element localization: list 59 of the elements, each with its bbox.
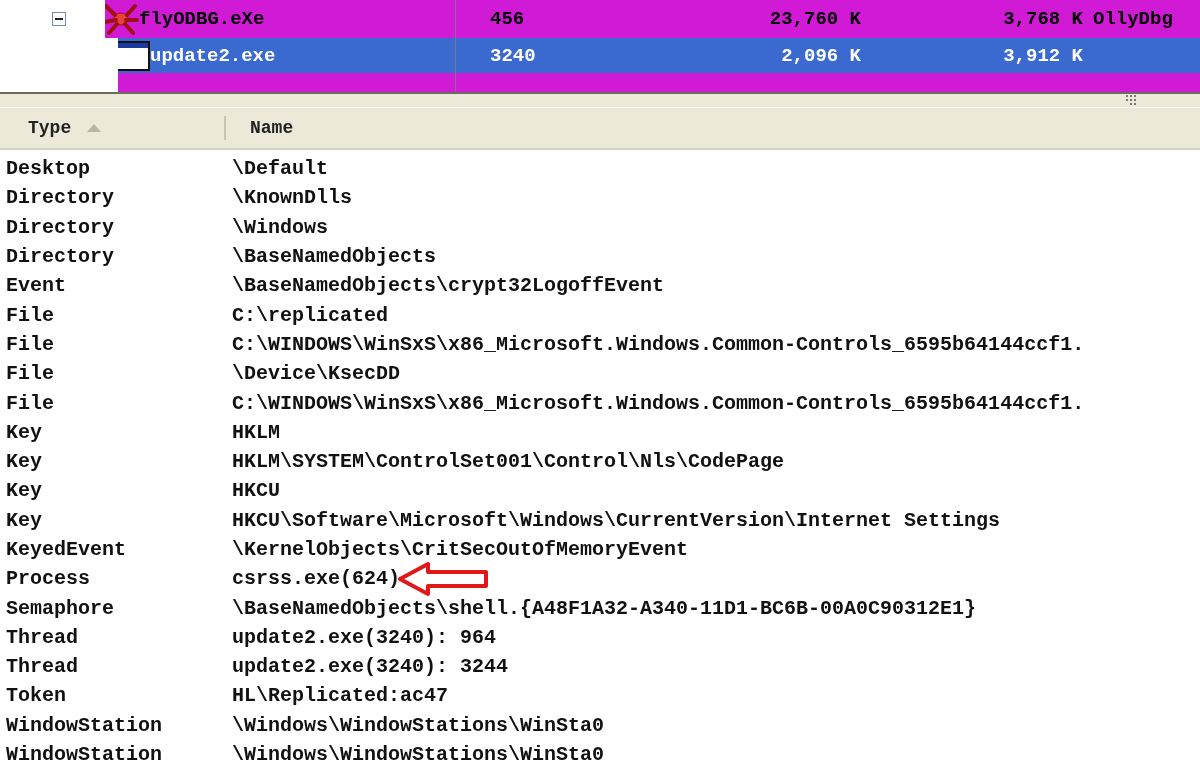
working-set: 3,768 K (1003, 8, 1083, 30)
handle-name: csrss.exe(624) (232, 567, 401, 591)
handle-name: C:\WINDOWS\WinSxS\x86_Microsoft.Windows.Common-Controls_6595b64144ccf1. (232, 332, 1085, 356)
grip-icon[interactable] (1126, 95, 1138, 105)
handle-name: update2.exe(3240): 964 (232, 625, 497, 649)
handle-name: C:\WINDOWS\WinSxS\x86_Microsoft.Windows.Common-Controls_6595b64144ccf1. (232, 391, 1085, 415)
handle-name: \KnownDlls (232, 186, 353, 210)
handle-type: KeyedEvent (5, 538, 128, 561)
handle-name: \Default (232, 157, 328, 181)
handle-type: WindowStation (5, 743, 164, 767)
handle-name: \Device\KsecDD (232, 362, 401, 386)
column-header[interactable]: Type (0, 108, 226, 148)
handle-type: File (5, 391, 55, 415)
working-set: 3,912 K (1003, 44, 1083, 67)
window-icon (118, 40, 150, 71)
process-description: OllyDbg (1093, 8, 1173, 30)
collapse-icon[interactable] (52, 12, 66, 26)
handle-name: \KernelObjects\CritSecOutOfMemoryEvent (232, 538, 689, 561)
process-id: 456 (490, 8, 525, 30)
handle-type: WindowStation (5, 713, 164, 737)
process-row[interactable]: update2.exe 3240 2,096 K 3,912 K (118, 38, 1200, 73)
handle-type: Semaphore (5, 596, 116, 620)
handle-type: Token (5, 684, 67, 708)
column-header[interactable]: Name (226, 108, 1200, 148)
bug-icon (105, 2, 139, 36)
handle-type: Key (5, 508, 43, 532)
process-name: update2.exe (150, 44, 276, 67)
handle-name: HL\Replicated:ac47 (232, 684, 449, 708)
handle-type: File (5, 303, 55, 327)
handle-type: Desktop (5, 157, 91, 181)
process-row[interactable]: flyODBG.eXe 456 23,760 K 3,768 K OllyDbg (105, 0, 1200, 38)
process-name: flyODBG.eXe (139, 8, 265, 30)
private-bytes: 2,096 K (781, 44, 861, 67)
handle-name: HKLM (232, 420, 280, 444)
handle-type: Thread (5, 655, 79, 679)
handle-name: \BaseNamedObjects (232, 245, 437, 269)
handle-type: Key (5, 420, 43, 444)
handle-type: Directory (5, 215, 116, 239)
private-bytes: 23,760 K (769, 8, 861, 30)
handle-name: \BaseNamedObjects\crypt32LogoffEvent (232, 274, 665, 298)
handle-name: C:\replicated (232, 303, 389, 327)
handle-name: HKCU (232, 479, 280, 503)
handle-type: Process (5, 567, 91, 591)
handle-type: Directory (5, 186, 116, 210)
handle-name: HKCU\Software\Microsoft\Windows\CurrentVersion\Internet Settings (232, 508, 1001, 532)
handle-type: Key (5, 450, 43, 474)
handle-type: File (5, 332, 55, 356)
handle-type: File (5, 362, 55, 386)
handle-name: \Windows\WindowStations\WinSta0 (232, 713, 605, 737)
handle-name: \BaseNamedObjects\shell.{A48F1A32-A340-11D1-BC6B-00A0C90312E1} (232, 596, 977, 620)
handle-name: HKLM\SYSTEM\ControlSet001\Control\Nls\CodePage (232, 450, 785, 474)
handle-type: Thread (5, 625, 79, 649)
handle-name: \Windows (232, 215, 328, 239)
handle-name: \Windows\WindowStations\WinSta0 (232, 743, 605, 767)
handle-name: update2.exe(3240): 3244 (232, 655, 509, 679)
handle-type: Key (5, 479, 43, 503)
process-id: 3240 (490, 44, 536, 67)
handle-type: Directory (5, 245, 116, 269)
handle-type: Event (5, 274, 67, 298)
